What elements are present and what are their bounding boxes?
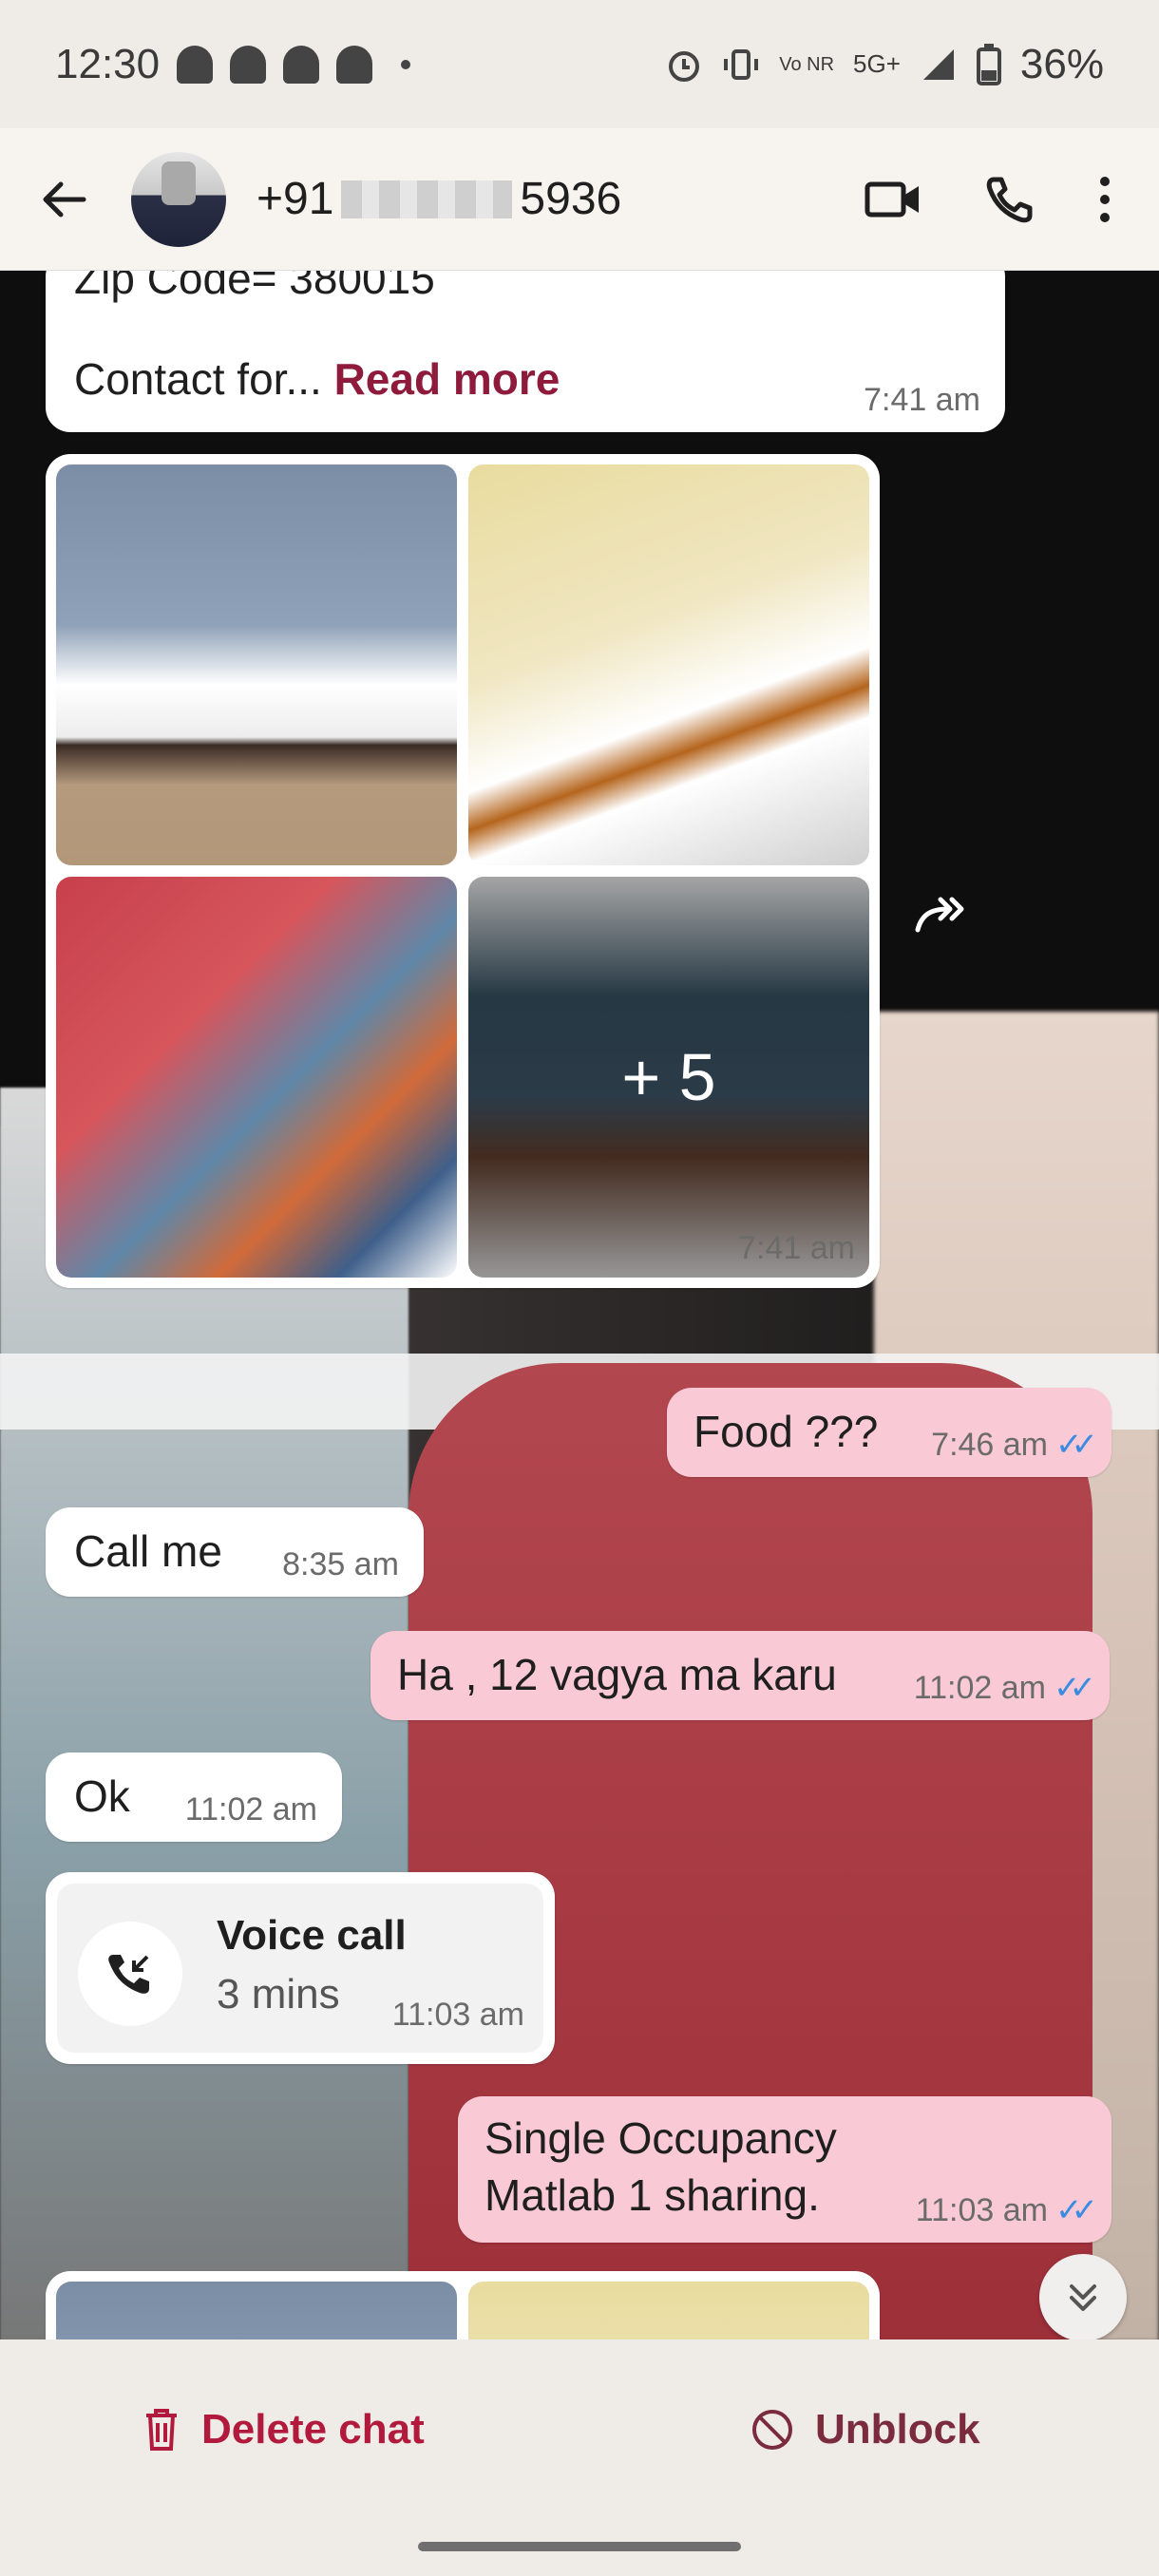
media-thumb[interactable] — [468, 464, 869, 865]
message-text: Call me — [74, 1526, 222, 1576]
message-text: Matlab 1 sharing. — [484, 2170, 820, 2220]
voice-call-log[interactable]: Voice call 3 mins 11:03 am — [46, 1872, 555, 2064]
message-time: 11:02 am — [913, 1669, 1047, 1706]
message-text: Ok — [74, 1771, 130, 1821]
message-time-row: 11:02 am ✓✓ — [913, 1669, 1096, 1707]
delete-chat-button[interactable]: Delete chat — [142, 2406, 425, 2453]
read-ticks-icon: ✓✓ — [1055, 1427, 1098, 1463]
back-arrow-icon[interactable] — [38, 173, 91, 226]
status-bar: 12:30 Vo NR 5G+ 36% — [0, 0, 1159, 128]
alarm-icon — [669, 50, 700, 82]
unblock-label: Unblock — [815, 2406, 980, 2453]
avatar[interactable] — [131, 151, 226, 247]
network-label: 5G+ — [853, 49, 901, 78]
message-outgoing[interactable]: Ha , 12 vagya ma karu 11:02 am ✓✓ — [370, 1631, 1110, 1720]
contact-suffix: 5936 — [520, 174, 622, 224]
call-duration: 3 mins — [217, 1971, 340, 2017]
battery-icon — [976, 43, 1001, 85]
message-time-row: 11:03 am ✓✓ — [915, 2191, 1098, 2229]
message-time: 11:03 am — [391, 1997, 524, 2033]
snapchat-icon — [283, 45, 320, 84]
delete-chat-label: Delete chat — [201, 2406, 425, 2453]
contact-prefix: +91 — [256, 174, 334, 224]
media-album[interactable]: + 5 7:41 am — [46, 454, 880, 1288]
snapchat-icon — [230, 45, 267, 84]
unblock-button[interactable]: Unblock — [750, 2406, 980, 2453]
contact-name[interactable]: +91 5936 — [256, 173, 621, 225]
incoming-call-icon — [108, 1955, 149, 1994]
trash-icon — [146, 2409, 177, 2451]
message-outgoing[interactable]: Single Occupancy Matlab 1 sharing. 11:03… — [458, 2096, 1112, 2243]
battery-percent: 36% — [1019, 40, 1104, 87]
chat-area[interactable]: Zip Code= 380015 Contact for... Read mor… — [0, 271, 1159, 2339]
message-time-row: 7:46 am ✓✓ — [931, 1426, 1098, 1464]
vibrate-icon — [724, 48, 759, 80]
read-ticks-icon: ✓✓ — [1055, 2192, 1098, 2228]
message-text: Ha , 12 vagya ma karu — [397, 1650, 837, 1699]
media-thumb[interactable] — [56, 2282, 457, 2339]
status-left: 12:30 — [55, 40, 411, 88]
redacted-number — [341, 180, 513, 218]
media-thumb[interactable] — [56, 877, 457, 1278]
message-time: 11:03 am — [915, 2191, 1049, 2228]
scroll-to-bottom-button[interactable] — [1039, 2254, 1127, 2339]
message-text: Food ??? — [694, 1407, 879, 1456]
chat-header: +91 5936 — [0, 128, 1159, 271]
snapchat-icon — [177, 45, 214, 84]
media-thumb[interactable] — [56, 464, 457, 865]
message-text: Contact for... Read more — [74, 352, 560, 406]
call-icon-circle — [78, 1922, 182, 2026]
header-actions — [864, 174, 1112, 225]
message-outgoing[interactable]: Food ??? 7:46 am ✓✓ — [667, 1388, 1112, 1477]
volte-label: Vo NR — [779, 53, 835, 75]
block-icon — [752, 2410, 792, 2450]
message-text-part: Contact for... — [74, 354, 322, 404]
status-right: Vo NR 5G+ 36% — [665, 41, 1104, 88]
read-ticks-icon: ✓✓ — [1054, 1670, 1096, 1706]
more-vert-icon[interactable] — [1098, 176, 1112, 223]
message-incoming[interactable]: Call me 8:35 am — [46, 1507, 424, 1597]
phone-icon[interactable] — [984, 174, 1036, 225]
double-chevron-down-icon — [1070, 2284, 1096, 2311]
status-time: 12:30 — [55, 40, 161, 87]
message-incoming[interactable]: Ok 11:02 am — [46, 1752, 342, 1842]
forward-icon[interactable] — [912, 888, 978, 945]
home-indicator[interactable] — [418, 2542, 741, 2551]
blocked-footer: Delete chat Unblock — [0, 2339, 1159, 2576]
snapchat-icon — [336, 45, 373, 84]
video-call-icon[interactable] — [864, 177, 922, 222]
read-more-link[interactable]: Read more — [334, 354, 560, 404]
signal-icon — [922, 48, 954, 80]
message-time: 7:41 am — [738, 1230, 855, 1266]
message-text: Single Occupancy — [484, 2113, 837, 2163]
message-time: 7:41 am — [864, 382, 980, 418]
call-title: Voice call — [217, 1912, 407, 1959]
message-time: 7:46 am — [931, 1426, 1049, 1463]
message-incoming[interactable]: Zip Code= 380015 Contact for... Read mor… — [46, 271, 1005, 432]
more-media-count: + 5 — [468, 877, 869, 1278]
more-notifications-icon — [401, 59, 411, 69]
message-text: Zip Code= 380015 — [74, 271, 435, 303]
media-album[interactable] — [46, 2271, 880, 2339]
message-time: 8:35 am — [282, 1546, 399, 1582]
message-time: 11:02 am — [184, 1791, 317, 1828]
media-thumb[interactable]: + 5 — [468, 877, 869, 1278]
media-thumb[interactable] — [468, 2282, 869, 2339]
